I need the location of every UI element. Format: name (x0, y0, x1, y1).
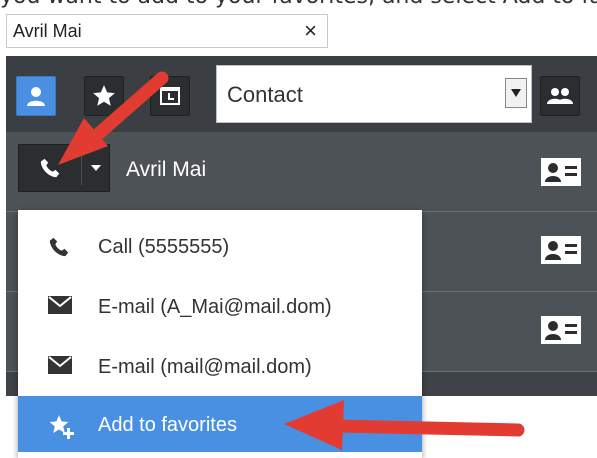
envelope-icon (48, 296, 72, 314)
menu-item-email-work[interactable]: E-mail (A_Mai@mail.dom) (18, 278, 422, 334)
caret-down-icon (90, 165, 101, 171)
call-button[interactable] (19, 145, 81, 191)
star-icon (93, 85, 115, 106)
search-input[interactable] (13, 18, 283, 44)
contact-card-icon[interactable] (541, 158, 581, 186)
contact-card-icon[interactable] (541, 316, 581, 344)
call-options-menu: Call (5555555) E-mail (A_Mai@mail.dom) E… (18, 210, 422, 458)
phone-icon (49, 237, 69, 257)
contact-row[interactable]: Avril Mai (6, 132, 597, 212)
calendar-icon (160, 87, 180, 105)
contact-filter-value: Contact (227, 82, 303, 107)
instruction-caption: you want to add to your favorites, and s… (0, 0, 597, 12)
group-icon (547, 88, 573, 104)
person-icon (27, 87, 45, 106)
call-options-dropdown[interactable] (82, 145, 109, 191)
menu-item-label: Call (5555555) (98, 236, 230, 258)
clear-search-icon[interactable]: × (304, 18, 317, 44)
contact-name: Avril Mai (126, 158, 207, 181)
star-plus-icon (49, 415, 74, 439)
contact-card-icon[interactable] (541, 236, 581, 264)
chevron-down-icon[interactable] (505, 78, 527, 108)
menu-item-email-home[interactable]: E-mail (mail@mail.dom) (18, 338, 422, 394)
phone-icon (40, 158, 60, 178)
contact-search-field[interactable]: × (6, 14, 328, 48)
all-contacts-button[interactable] (16, 76, 56, 116)
recent-button[interactable] (150, 76, 190, 116)
menu-item-add-to-favorites[interactable]: Add to favorites (18, 396, 422, 452)
call-split-button[interactable] (18, 144, 110, 192)
contact-filter-dropdown[interactable]: Contact (216, 65, 532, 123)
menu-item-label: Add to favorites (98, 414, 237, 436)
favorites-button[interactable] (84, 76, 124, 116)
envelope-icon (48, 356, 72, 374)
menu-item-call[interactable]: Call (5555555) (18, 218, 422, 274)
menu-item-label: E-mail (A_Mai@mail.dom) (98, 296, 332, 318)
group-view-button[interactable] (540, 76, 580, 116)
panel-toolbar: Contact (6, 56, 597, 132)
menu-item-label: E-mail (mail@mail.dom) (98, 356, 312, 378)
